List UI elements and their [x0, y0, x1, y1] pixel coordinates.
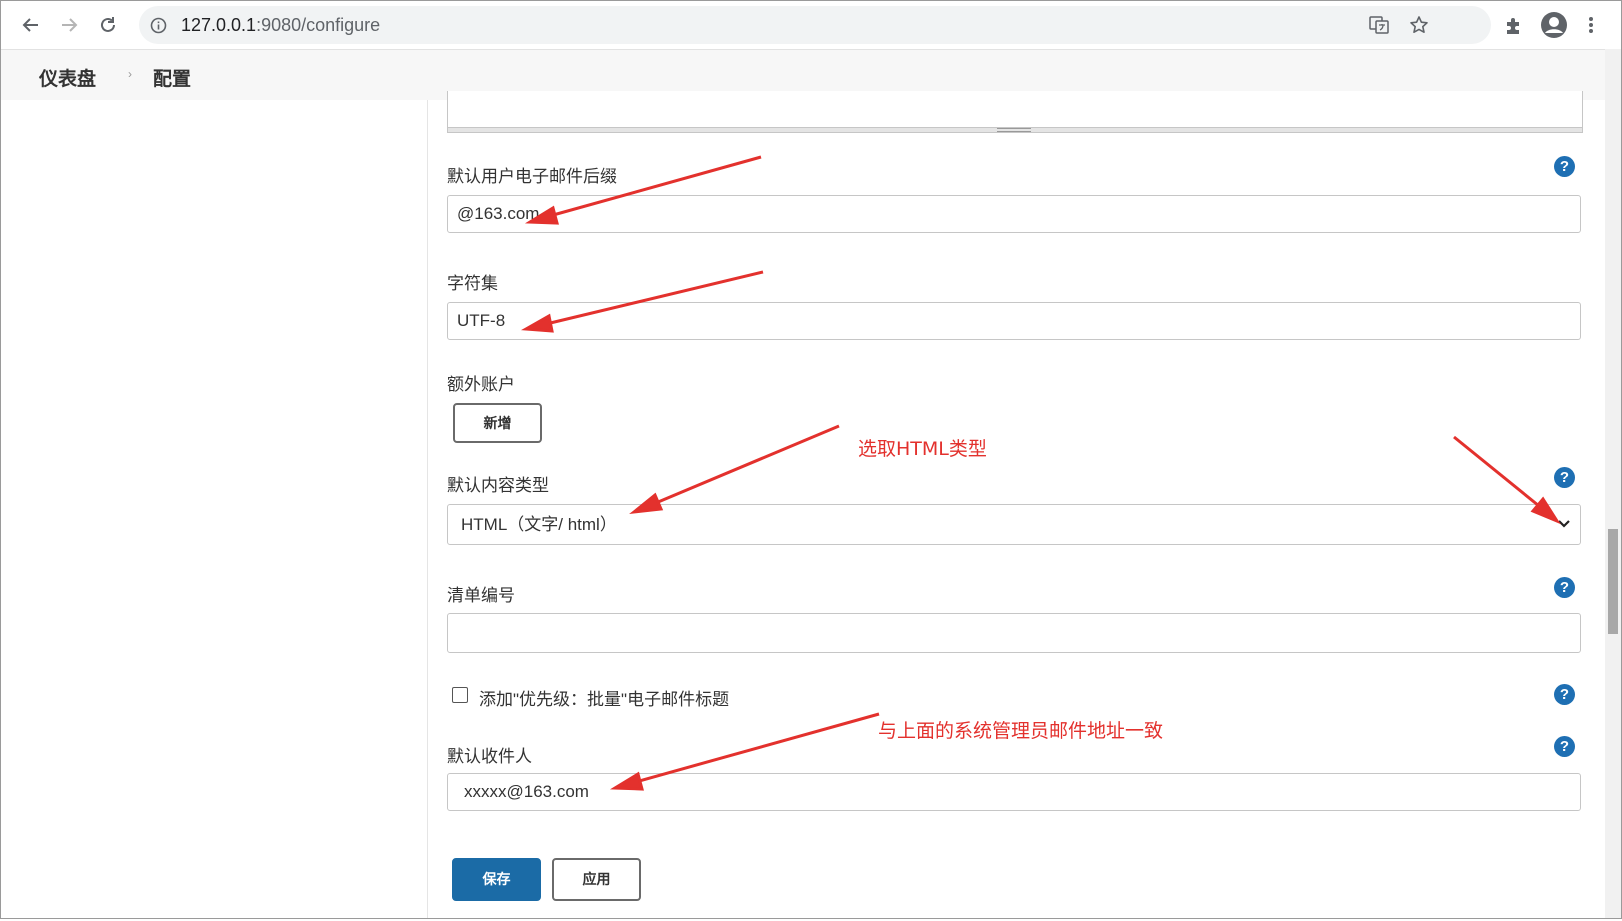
email-suffix-label: 默认用户电子邮件后缀 [447, 167, 617, 186]
annotation-select-html: 选取HTML类型 [858, 438, 987, 460]
url-text: 127.0.0.1:9080/configure [181, 15, 380, 36]
forward-arrow-icon [62, 18, 78, 32]
scrollbar-thumb[interactable] [1608, 529, 1618, 634]
reload-button[interactable] [92, 9, 124, 41]
chevron-down-icon [1558, 520, 1570, 528]
breadcrumb-dashboard[interactable]: 仪表盘 [39, 64, 96, 91]
annotation-same-as-admin: 与上面的系统管理员邮件地址一致 [878, 720, 1164, 742]
url-path: :9080/configure [256, 15, 381, 35]
help-icon[interactable]: ? [1554, 684, 1575, 705]
forward-button[interactable] [53, 9, 85, 41]
help-icon[interactable]: ? [1554, 156, 1575, 177]
help-icon[interactable]: ? [1554, 467, 1575, 488]
list-id-label: 清单编号 [447, 586, 515, 605]
help-icon[interactable]: ? [1554, 577, 1575, 598]
recipients-label: 默认收件人 [447, 747, 532, 766]
precedence-checkbox[interactable] [452, 687, 468, 703]
content-type-label: 默认内容类型 [447, 476, 549, 495]
content-type-selected: HTML（文字/ html） [461, 515, 617, 534]
help-icon[interactable]: ? [1554, 736, 1575, 757]
browser-toolbar: 127.0.0.1:9080/configure [1, 1, 1621, 50]
info-icon[interactable] [149, 16, 167, 34]
charset-label: 字符集 [447, 274, 498, 293]
charset-input[interactable]: UTF-8 [447, 302, 1581, 340]
back-button[interactable] [15, 9, 47, 41]
profile-avatar-icon[interactable] [1539, 10, 1569, 40]
address-bar[interactable]: 127.0.0.1:9080/configure [139, 6, 1491, 44]
add-account-button[interactable]: 新增 [453, 403, 542, 443]
resize-grip-icon[interactable] [997, 128, 1031, 132]
page-scrollbar[interactable] [1605, 49, 1621, 918]
reload-icon [101, 17, 115, 32]
recipients-input[interactable]: xxxxx@163.com [447, 773, 1581, 811]
extensions-puzzle-icon[interactable] [1503, 15, 1525, 37]
bookmark-star-icon[interactable] [1409, 15, 1429, 35]
save-button[interactable]: 保存 [452, 858, 541, 901]
url-host: 127.0.0.1 [181, 15, 257, 35]
precedence-checkbox-label: 添加"优先级：批量"电子邮件标题 [479, 690, 730, 709]
menu-kebab-icon[interactable] [1585, 13, 1597, 37]
content-type-select[interactable]: HTML（文字/ html） [447, 504, 1581, 545]
previous-textarea[interactable] [447, 91, 1583, 128]
browser-window: 127.0.0.1:9080/configure 仪表盘 › 配置 默认用户电子… [0, 0, 1622, 919]
side-panel [1, 100, 428, 918]
apply-button[interactable]: 应用 [552, 858, 641, 901]
email-suffix-input[interactable]: @163.com [447, 195, 1581, 233]
breadcrumb-chevron-icon: › [128, 67, 132, 81]
breadcrumb-configure[interactable]: 配置 [153, 64, 191, 91]
translate-icon[interactable] [1369, 15, 1389, 35]
back-arrow-icon [22, 18, 38, 32]
list-id-input[interactable] [447, 613, 1581, 653]
extra-accounts-label: 额外账户 [447, 375, 515, 394]
